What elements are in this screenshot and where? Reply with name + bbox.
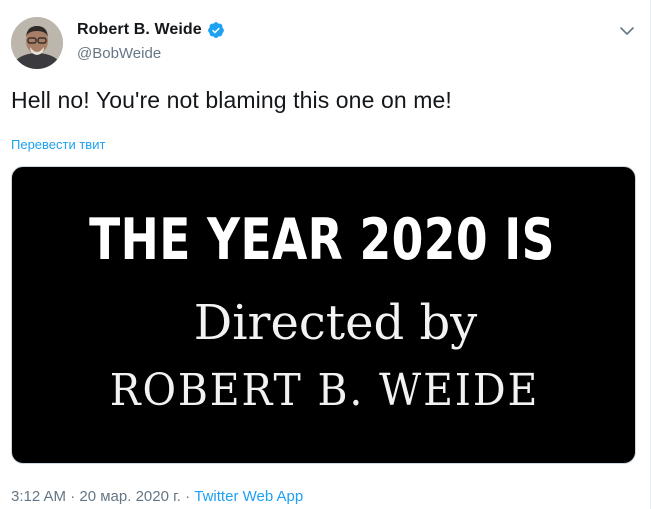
tweet-card: Robert B. Weide @BobWeide Hell no! You'r… (0, 0, 651, 509)
avatar[interactable] (11, 17, 63, 69)
image-text-line2: Directed by (193, 295, 478, 351)
author-display-name[interactable]: Robert B. Weide (77, 21, 202, 39)
tweet-text: Hell no! You're not blaming this one on … (11, 87, 452, 113)
tweet-image[interactable]: THE YEAR 2020 IS Directed by ROBERT B. W… (11, 166, 636, 464)
tweet-metadata: 3:12 AM · 20 мар. 2020 г. · Twitter Web … (11, 488, 303, 505)
meta-separator: · (70, 488, 76, 505)
tweet-source-link[interactable]: Twitter Web App (194, 488, 303, 505)
image-text-line1: THE YEAR 2020 IS (89, 207, 555, 273)
verified-badge-icon (207, 21, 225, 39)
author-handle[interactable]: @BobWeide (77, 45, 161, 62)
translate-tweet-link[interactable]: Перевести твит (11, 137, 105, 152)
chevron-down-icon[interactable] (618, 22, 636, 40)
meta-separator: · (185, 488, 191, 505)
image-text-line3: ROBERT B. WEIDE (109, 365, 540, 416)
avatar-image (11, 17, 63, 69)
tweet-time[interactable]: 3:12 AM (11, 488, 66, 505)
author-name-row[interactable]: Robert B. Weide (77, 21, 225, 39)
tweet-date[interactable]: 20 мар. 2020 г. (79, 488, 181, 505)
